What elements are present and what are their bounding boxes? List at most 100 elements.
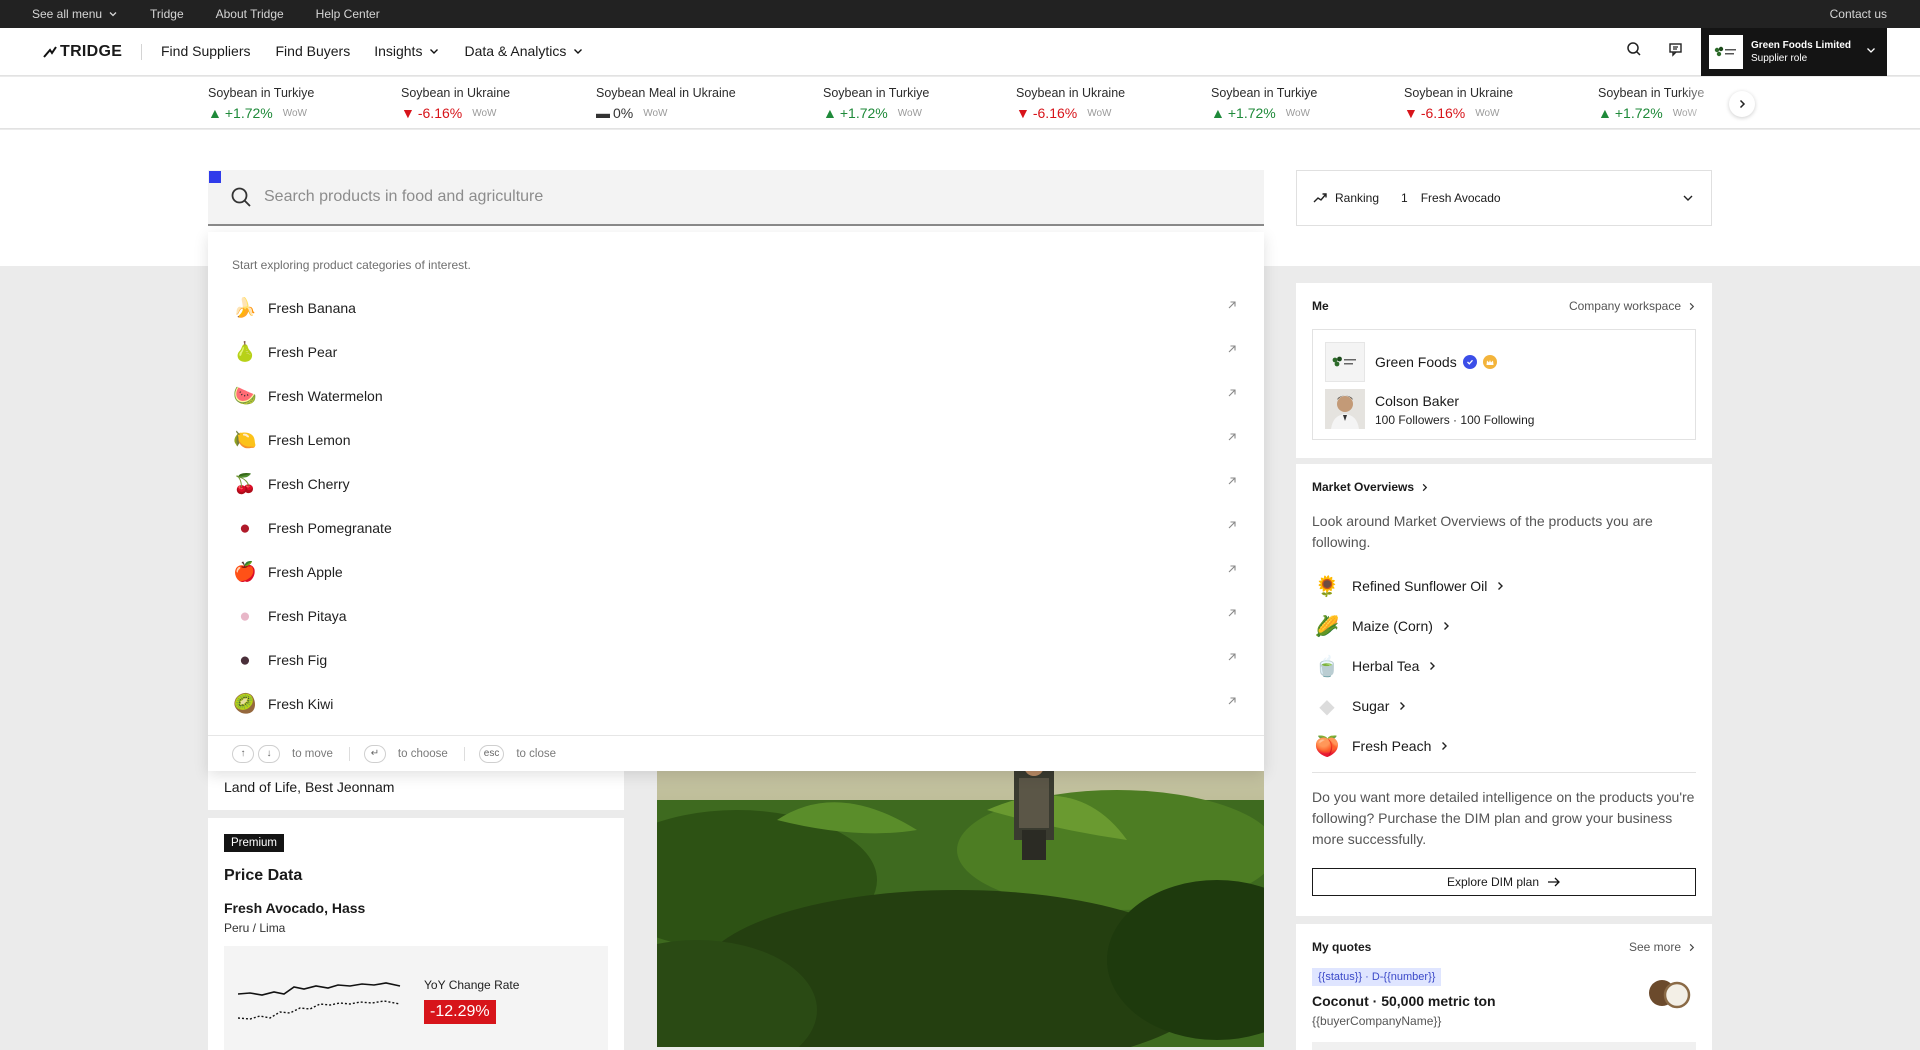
focus-marker	[209, 171, 221, 183]
suggestion-label: Fresh Watermelon	[268, 388, 383, 404]
followers-count[interactable]: 100 Followers	[1375, 413, 1450, 427]
logo-mark-icon	[43, 46, 57, 58]
move-hint: to move	[292, 747, 333, 760]
suggestion-item[interactable]: 🍐 Fresh Pear	[232, 330, 1242, 374]
ranking-item: Fresh Avocado	[1420, 191, 1501, 205]
chevron-right-icon	[1689, 302, 1695, 310]
ticker-next-button[interactable]	[1729, 91, 1755, 117]
suggestion-item[interactable]: 🍋 Fresh Lemon	[232, 418, 1242, 462]
nav-data-analytics[interactable]: Data & Analytics	[464, 43, 584, 59]
arrow-up-key-icon: ↑	[232, 744, 254, 763]
tridge-logo[interactable]: TRIDGE	[43, 43, 122, 61]
chevron-right-icon	[1498, 582, 1504, 590]
nav-insights-label: Insights	[374, 43, 423, 59]
nav-find-suppliers[interactable]: Find Suppliers	[161, 43, 251, 59]
company-name: Green Foods	[1375, 354, 1457, 370]
ticker-item[interactable]: Soybean in Ukraine ▼ -6.16% WoW	[401, 86, 510, 121]
avatar[interactable]	[1325, 389, 1365, 429]
pear-icon: 🍐	[233, 341, 257, 363]
company-workspace-link[interactable]: Company workspace	[1569, 299, 1696, 313]
chevron-down-icon	[1683, 195, 1693, 201]
arrow-up-right-icon	[1228, 389, 1236, 397]
see-more-link[interactable]: See more	[1629, 940, 1696, 954]
suggestion-item[interactable]: ● Fresh Pomegranate	[232, 506, 1242, 550]
farmer-field-photo[interactable]	[657, 760, 1264, 1047]
company-logo[interactable]	[1325, 342, 1365, 382]
quote-title[interactable]: Coconut · 50,000 metric ton	[1312, 993, 1496, 1009]
ticker-item[interactable]: Soybean in Turkiye ▲+1.72% WoW	[823, 86, 929, 121]
nav-insights[interactable]: Insights	[374, 43, 440, 59]
following-count[interactable]: 100 Following	[1460, 413, 1534, 427]
user-name[interactable]: Colson Baker	[1375, 393, 1459, 409]
suggestion-item[interactable]: ● Fresh Pitaya	[232, 594, 1242, 638]
market-overviews-link[interactable]: Market Overviews	[1312, 480, 1429, 494]
company-name-row[interactable]: Green Foods	[1375, 354, 1497, 370]
nav-find-suppliers-label: Find Suppliers	[161, 43, 251, 59]
ticker-item[interactable]: Soybean in Ukraine ▼ -6.16% WoW	[1016, 86, 1125, 121]
search-input[interactable]	[264, 188, 1164, 206]
ticker-name: Soybean in Turkiye	[208, 86, 315, 100]
me-card: Me Company workspace Green Foods Colson …	[1296, 283, 1712, 458]
nav-find-buyers[interactable]: Find Buyers	[276, 43, 351, 59]
search-bar[interactable]	[208, 170, 1264, 226]
keyboard-hints: ↑ ↓ to move ↵ to choose esc to close	[208, 735, 1264, 771]
crown-badge-icon	[1482, 355, 1497, 369]
ticker-value: +1.72%	[1614, 105, 1663, 121]
ticker-item[interactable]: Soybean in Turkiye ▲+1.72% WoW	[1211, 86, 1317, 121]
suggestion-item[interactable]: 🍒 Fresh Cherry	[232, 462, 1242, 506]
market-overview-item[interactable]: 🍑 Fresh Peach	[1312, 726, 1696, 766]
help-center-link[interactable]: Help Center	[316, 7, 380, 21]
promo-card-title: Land of Life, Best Jeonnam	[224, 779, 395, 795]
price-sparkline-panel: YoY Change Rate -12.29%	[224, 946, 608, 1050]
enter-key-icon: ↵	[363, 744, 386, 763]
arrow-up-right-icon	[1228, 653, 1236, 661]
ticker-value: -6.16%	[1420, 105, 1466, 121]
messages-button[interactable]	[1668, 41, 1684, 57]
ticker-name: Soybean Meal in Ukraine	[596, 86, 736, 100]
explore-dim-plan-button[interactable]: Explore DIM plan	[1312, 868, 1696, 896]
ticker-value: +1.72%	[224, 105, 273, 121]
market-overviews-description: Look around Market Overviews of the prod…	[1312, 513, 1653, 550]
ticker-item[interactable]: Soybean Meal in Ukraine ▬ 0% WoW	[596, 86, 736, 121]
search-button[interactable]	[1626, 41, 1642, 57]
market-overview-item[interactable]: ◆ Sugar	[1312, 686, 1696, 726]
ticker-value: -6.16%	[1032, 105, 1078, 121]
market-overviews-card: Market Overviews Look around Market Over…	[1296, 464, 1712, 916]
ticker-item[interactable]: Soybean in Turkiye ▲+1.72% WoW	[208, 86, 314, 121]
ranking-dropdown[interactable]: Ranking 1 Fresh Avocado	[1296, 170, 1712, 226]
chevron-right-icon	[1739, 99, 1746, 109]
see-all-menu[interactable]: See all menu	[32, 7, 118, 21]
suggestion-item[interactable]: 🍌 Fresh Banana	[232, 286, 1242, 330]
fig-icon: ●	[239, 649, 251, 671]
peach-icon: 🍑	[1314, 735, 1340, 758]
cherry-icon: 🍒	[233, 473, 257, 495]
ticker-name: Soybean in Ukraine	[401, 86, 511, 100]
farmer-field-image	[657, 760, 1264, 1047]
watermelon-icon: 🍉	[233, 385, 257, 407]
market-overviews-list: 🌻 Refined Sunflower Oil 🌽 Maize (Corn) 🍵 Herb…	[1312, 566, 1696, 766]
ranking-label: Ranking	[1335, 191, 1380, 205]
price-data-card[interactable]: Premium Price Data Fresh Avocado, Hass P…	[208, 818, 624, 1050]
market-overview-item[interactable]: 🌻 Refined Sunflower Oil	[1312, 566, 1696, 606]
suggestion-item[interactable]: 🥝 Fresh Kiwi	[232, 682, 1242, 726]
apple-icon: 🍎	[233, 561, 257, 583]
search-icon	[231, 187, 251, 207]
suggestion-item[interactable]: ● Fresh Fig	[232, 638, 1242, 682]
suggestion-item[interactable]: 🍉 Fresh Watermelon	[232, 374, 1242, 418]
ticker-item[interactable]: Soybean in Ukraine ▼ -6.16% WoW	[1404, 86, 1513, 121]
contact-us-link[interactable]: Contact us	[1830, 7, 1887, 21]
about-link[interactable]: About Tridge	[216, 7, 284, 21]
triangle-up-icon: ▲	[1211, 105, 1225, 121]
suggestion-item[interactable]: 🍎 Fresh Apple	[232, 550, 1242, 594]
lemon-icon: 🍋	[233, 429, 257, 451]
ranking-number: 1	[1401, 191, 1408, 205]
market-overview-item[interactable]: 🍵 Herbal Tea	[1312, 646, 1696, 686]
quote-status-badge: {{status}} · D-{{number}}	[1312, 968, 1442, 986]
market-overview-label: Herbal Tea	[1352, 658, 1420, 674]
market-overviews-title: Market Overviews	[1312, 480, 1415, 494]
market-overview-item[interactable]: 🌽 Maize (Corn)	[1312, 606, 1696, 646]
account-switcher[interactable]: Green Foods Limited Supplier role	[1701, 28, 1887, 76]
arrow-right-icon	[1548, 877, 1560, 887]
dash-icon: ▬	[596, 105, 610, 121]
tridge-link[interactable]: Tridge	[150, 7, 184, 21]
